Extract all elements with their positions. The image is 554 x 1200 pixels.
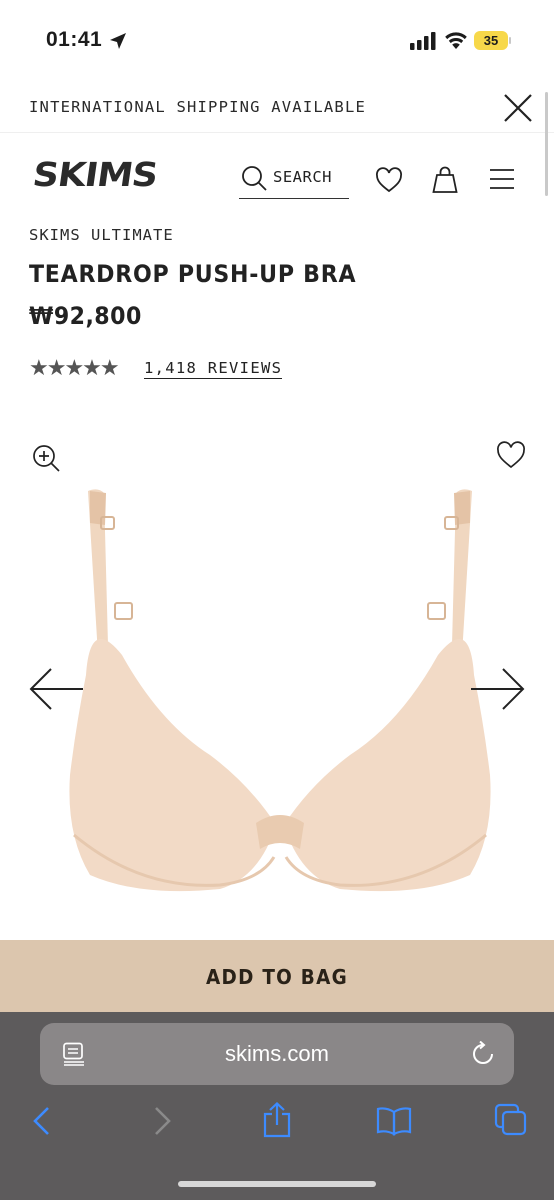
bookmarks-icon[interactable] bbox=[376, 1106, 412, 1136]
battery-indicator: 35 bbox=[474, 31, 508, 50]
heart-icon[interactable] bbox=[496, 441, 526, 469]
arrow-right-icon[interactable] bbox=[469, 666, 527, 712]
reload-icon[interactable] bbox=[471, 1041, 495, 1067]
skims-logo[interactable]: SKIMS bbox=[30, 157, 159, 195]
back-chevron-icon[interactable] bbox=[32, 1106, 52, 1136]
wifi-icon bbox=[445, 32, 467, 49]
search-label: SEARCH bbox=[273, 168, 332, 186]
hamburger-menu-icon[interactable] bbox=[489, 168, 515, 190]
shopping-bag-icon[interactable] bbox=[432, 166, 458, 194]
product-collection[interactable]: SKIMS ULTIMATE bbox=[29, 226, 174, 244]
promo-banner-text: INTERNATIONAL SHIPPING AVAILABLE bbox=[29, 98, 367, 116]
divider bbox=[0, 132, 554, 133]
product-image[interactable] bbox=[60, 485, 500, 905]
zoom-in-icon[interactable] bbox=[31, 443, 61, 473]
search-icon bbox=[242, 166, 267, 191]
cellular-signal-icon bbox=[410, 32, 436, 50]
add-to-bag-button[interactable]: ADD TO BAG bbox=[0, 940, 554, 1012]
add-to-bag-label: ADD TO BAG bbox=[205, 965, 349, 989]
product-price: ₩92,800 bbox=[29, 302, 142, 330]
star-rating: ★★★★★ bbox=[29, 355, 120, 380]
scrollbar[interactable] bbox=[545, 92, 548, 196]
forward-chevron-icon[interactable] bbox=[152, 1106, 172, 1136]
share-icon[interactable] bbox=[262, 1102, 292, 1138]
location-arrow-icon bbox=[110, 33, 126, 49]
search-button[interactable]: SEARCH bbox=[239, 162, 349, 199]
address-bar[interactable]: skims.com bbox=[40, 1023, 514, 1085]
battery-level: 35 bbox=[483, 33, 499, 48]
tabs-icon[interactable] bbox=[494, 1103, 528, 1137]
home-indicator bbox=[178, 1181, 376, 1187]
battery-cap bbox=[509, 37, 511, 44]
arrow-left-icon[interactable] bbox=[27, 666, 85, 712]
reviews-link[interactable]: 1,418 REVIEWS bbox=[144, 359, 283, 379]
status-time: 01:41 bbox=[46, 28, 103, 51]
heart-icon[interactable] bbox=[375, 167, 403, 193]
url-text: skims.com bbox=[225, 1041, 329, 1066]
product-title: TEARDROP PUSH-UP BRA bbox=[29, 260, 357, 288]
close-icon[interactable] bbox=[502, 92, 534, 124]
